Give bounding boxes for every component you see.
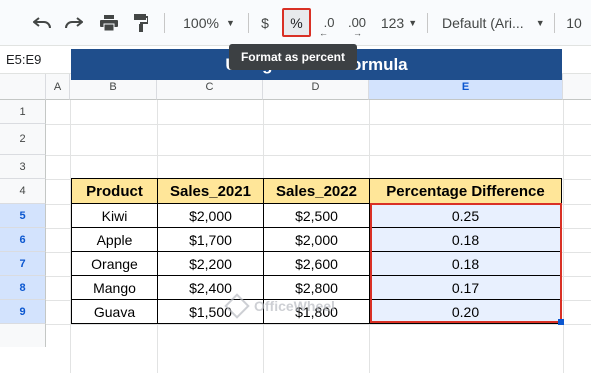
chevron-down-icon: ▼	[225, 17, 235, 28]
chevron-down-icon: ▼	[535, 17, 545, 28]
table-cell[interactable]: $2,500	[263, 203, 370, 228]
select-all-corner[interactable]	[0, 74, 46, 100]
currency-label: $	[261, 14, 269, 31]
toolbar: 100% ▼ $ % .0 ← .00 → 123 ▼ Default (Ari…	[0, 0, 591, 45]
zoom-label: 100%	[183, 14, 219, 31]
header-sales-2022[interactable]: Sales_2022	[263, 178, 370, 204]
font-size-label: 10	[566, 14, 582, 31]
font-label: Default (Ari...	[442, 14, 524, 31]
chevron-down-icon: ▼	[408, 17, 418, 28]
font-select[interactable]: Default (Ari... ▼	[434, 0, 550, 45]
column-header-f[interactable]	[563, 74, 591, 100]
table-cell[interactable]: $1,700	[157, 227, 264, 252]
gridline	[46, 324, 591, 325]
table-cell[interactable]: $2,200	[157, 251, 264, 276]
table-cell[interactable]: Apple	[71, 227, 158, 252]
header-sales-2021[interactable]: Sales_2021	[157, 178, 264, 204]
table-cell[interactable]: $2,600	[263, 251, 370, 276]
row-header-4[interactable]: 4	[0, 179, 46, 204]
table-cell[interactable]: 0.20	[369, 299, 562, 324]
arrow-left-icon: ←	[319, 28, 328, 38]
row-header-3[interactable]: 3	[0, 155, 46, 179]
redo-icon[interactable]	[60, 0, 88, 45]
toolbar-divider	[248, 13, 249, 33]
table-cell[interactable]: Orange	[71, 251, 158, 276]
table-cell[interactable]: $2,000	[263, 227, 370, 252]
watermark-text: OfficeWheel	[254, 298, 335, 314]
gridline	[563, 100, 564, 373]
watermark: OfficeWheel	[224, 292, 348, 320]
zoom-select[interactable]: 100% ▼	[174, 0, 244, 45]
table-cell[interactable]: 0.18	[369, 251, 562, 276]
gridline	[46, 155, 591, 156]
row-header-2[interactable]: 2	[0, 124, 46, 155]
name-box[interactable]: E5:E9	[6, 52, 41, 67]
paint-format-icon[interactable]	[127, 0, 155, 45]
row-header-9[interactable]: 9	[0, 300, 46, 324]
row-header-7[interactable]: 7	[0, 252, 46, 276]
more-formats-select[interactable]: 123 ▼	[376, 0, 422, 45]
header-percentage-difference[interactable]: Percentage Difference	[369, 178, 562, 204]
percent-format-button[interactable]: %	[282, 8, 311, 37]
font-size-input[interactable]: 10	[562, 0, 586, 45]
table-cell[interactable]: $2,000	[157, 203, 264, 228]
table-cell[interactable]: Kiwi	[71, 203, 158, 228]
header-product[interactable]: Product	[71, 178, 158, 204]
row-header-10[interactable]	[0, 324, 46, 347]
officewheel-logo-icon	[224, 293, 250, 319]
row-header-8[interactable]: 8	[0, 276, 46, 300]
currency-format-button[interactable]: $	[254, 0, 276, 45]
toolbar-divider	[164, 13, 165, 33]
table-cell[interactable]: Mango	[71, 275, 158, 300]
toolbar-divider	[427, 13, 428, 33]
arrow-right-icon: →	[353, 28, 362, 38]
column-header-a[interactable]: A	[46, 74, 70, 100]
increase-decimals-button[interactable]: .00 →	[344, 0, 370, 45]
table-cell[interactable]: 0.25	[369, 203, 562, 228]
fill-handle[interactable]	[558, 319, 564, 325]
table-cell[interactable]: 0.18	[369, 227, 562, 252]
decrease-decimals-button[interactable]: .0 ←	[316, 0, 342, 45]
print-icon[interactable]	[95, 0, 123, 45]
percent-label: %	[290, 14, 303, 31]
row-header-6[interactable]: 6	[0, 228, 46, 252]
table-cell[interactable]: Guava	[71, 299, 158, 324]
row-header-5[interactable]: 5	[0, 204, 46, 228]
tooltip: Format as percent	[229, 44, 357, 70]
row-header-1[interactable]: 1	[0, 100, 46, 124]
toolbar-divider	[554, 13, 555, 33]
table-cell[interactable]: 0.17	[369, 275, 562, 300]
more-formats-label: 123	[380, 14, 405, 31]
undo-icon[interactable]	[28, 0, 56, 45]
gridline	[46, 124, 591, 125]
